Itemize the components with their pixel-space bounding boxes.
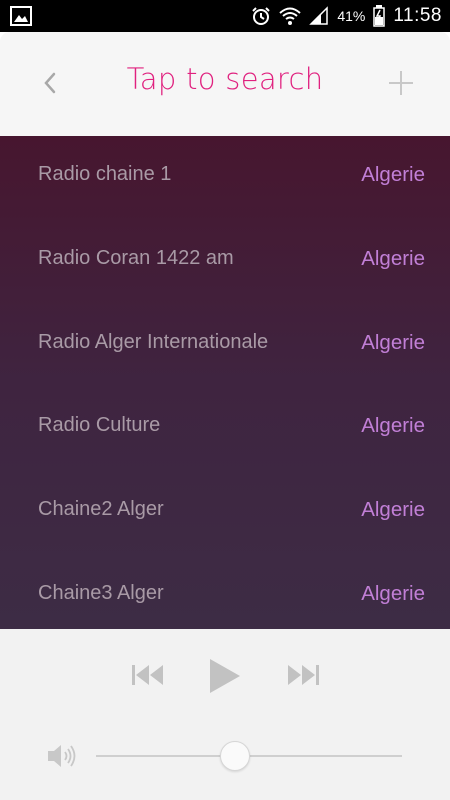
station-row[interactable]: Chaine2 Alger Algerie — [0, 471, 450, 555]
station-row[interactable]: Radio chaine 1 Algerie — [0, 136, 450, 220]
clock: 11:58 — [393, 5, 442, 26]
station-row[interactable]: Radio Coran 1422 am Algerie — [0, 220, 450, 304]
station-row[interactable]: Chaine3 Alger Algerie — [0, 555, 450, 639]
gallery-icon — [10, 6, 32, 26]
station-name: Radio chaine 1 — [38, 163, 172, 185]
battery-icon — [373, 5, 386, 27]
station-country: Algerie — [361, 414, 425, 437]
volume-icon[interactable] — [46, 741, 78, 771]
play-icon[interactable] — [205, 657, 243, 695]
header: Tap to search — [0, 32, 450, 136]
station-name: Radio Coran 1422 am — [38, 247, 234, 269]
station-name: Radio Alger Internationale — [38, 331, 269, 353]
station-name: Radio Culture — [38, 414, 161, 436]
station-row[interactable]: Radio Culture Algerie — [0, 387, 450, 471]
station-name: Chaine3 Alger — [38, 582, 164, 604]
station-list: Radio chaine 1 Algerie Radio Coran 1422 … — [0, 136, 450, 629]
station-name: Chaine2 Alger — [38, 498, 164, 520]
alarm-icon — [252, 7, 271, 25]
station-country: Algerie — [361, 498, 425, 521]
plus-icon[interactable] — [384, 66, 418, 100]
battery-percent: 41% — [337, 8, 366, 24]
volume-slider-thumb[interactable] — [219, 741, 250, 771]
search-title[interactable]: Tap to search — [90, 62, 360, 96]
station-country: Algerie — [361, 582, 425, 605]
skip-next-icon[interactable] — [285, 662, 321, 688]
signal-icon — [309, 6, 329, 25]
station-row[interactable]: Radio Alger Internationale Algerie — [0, 304, 450, 388]
skip-previous-icon[interactable] — [130, 662, 166, 688]
radio-app-card: Tap to search Radio chaine 1 Algerie Rad… — [0, 32, 450, 800]
wifi-icon — [279, 7, 301, 25]
station-country: Algerie — [361, 247, 425, 270]
station-country: Algerie — [361, 163, 425, 186]
chevron-left-icon[interactable] — [34, 66, 68, 100]
player-panel — [0, 629, 450, 800]
station-country: Algerie — [361, 331, 425, 354]
status-bar: 41% 11:58 — [0, 0, 450, 32]
